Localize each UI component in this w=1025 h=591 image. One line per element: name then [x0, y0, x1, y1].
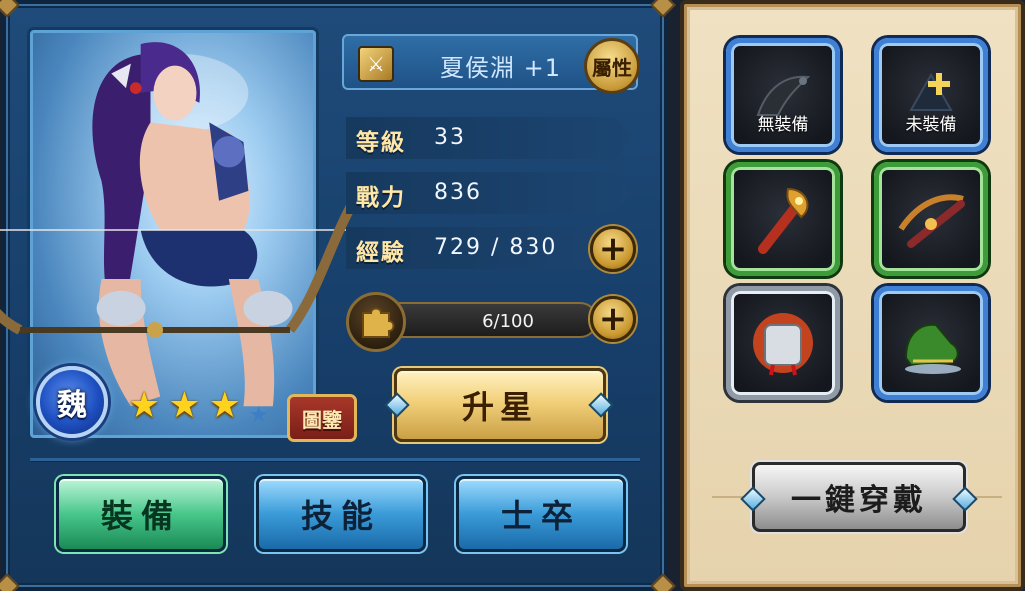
- equipment-slot-crossbow[interactable]: [874, 162, 988, 276]
- plus-icon: +: [598, 229, 628, 269]
- slot-weapon-label: 無裝備: [757, 115, 809, 135]
- crossbow-icon: [898, 194, 965, 248]
- stat-row-power: 戰力 836: [346, 172, 632, 214]
- level-value: 33: [434, 125, 466, 150]
- attributes-label: 屬性: [592, 55, 632, 80]
- level-label: 等級: [356, 130, 406, 156]
- star-icon: ★: [208, 385, 241, 426]
- equipment-slot-weapon[interactable]: 無裝備: [726, 38, 840, 152]
- power-value: 836: [434, 180, 482, 205]
- power-label: 戰力: [356, 185, 406, 211]
- attributes-button[interactable]: 屬性: [584, 38, 640, 94]
- sword-icon: ⚔: [358, 46, 394, 82]
- empty-star-icon: ★: [248, 403, 269, 428]
- plus-icon: +: [598, 299, 628, 339]
- star-up-label: 升星: [461, 388, 538, 426]
- silver-talisman-icon: [753, 313, 813, 376]
- tab-skills[interactable]: 技能: [256, 476, 426, 552]
- codex-button[interactable]: 圖鑒: [287, 394, 357, 442]
- tab-soldiers-label: 士卒: [500, 497, 581, 535]
- tab-skills-label: 技能: [300, 497, 381, 535]
- star-icon: ★: [128, 385, 161, 426]
- kingdom-badge: 魏: [36, 366, 108, 438]
- star-rating: ★ ★ ★ ★: [128, 388, 269, 434]
- bow-weapon-art: [0, 187, 365, 338]
- green-boots-icon: [904, 323, 961, 374]
- equip-all-label: 一鍵穿戴: [791, 483, 927, 518]
- equipment-slot-talisman[interactable]: [726, 286, 840, 400]
- section-divider: [30, 458, 640, 461]
- star-icon: ★: [168, 385, 201, 426]
- panel-corner-ornament: [650, 573, 676, 591]
- hero-name: 夏侯淵 +1: [440, 54, 562, 82]
- star-up-button[interactable]: 升星: [394, 368, 606, 442]
- exp-label: 經驗: [356, 240, 406, 266]
- panel-corner-ornament: [650, 0, 676, 18]
- equip-all-button[interactable]: 一鍵穿戴: [752, 462, 966, 532]
- tab-equipment-label: 裝備: [100, 497, 181, 535]
- slot-armor-label: 未裝備: [905, 115, 957, 135]
- equipment-slot-armor[interactable]: 未裝備: [874, 38, 988, 152]
- equipment-slot-serpent-staff[interactable]: [726, 162, 840, 276]
- exp-value: 729 / 830: [434, 235, 558, 260]
- tab-equipment[interactable]: 裝備: [56, 476, 226, 552]
- tab-soldiers[interactable]: 士卒: [456, 476, 626, 552]
- codex-label: 圖鑒: [302, 407, 342, 432]
- stat-row-level: 等級 33: [346, 117, 632, 159]
- hero-name-bar: ⚔ 夏侯淵 +1 屬性: [342, 34, 640, 94]
- panel-corner-ornament: [0, 0, 20, 18]
- puzzle-piece-icon: [346, 292, 406, 352]
- add-shards-button[interactable]: +: [590, 296, 636, 342]
- add-exp-button[interactable]: +: [590, 226, 636, 272]
- serpent-staff-icon: [758, 187, 809, 254]
- equipment-slot-boots[interactable]: [874, 286, 988, 400]
- kingdom-label: 魏: [57, 388, 87, 423]
- panel-corner-ornament: [0, 573, 20, 591]
- shard-progress-text: 6/100: [482, 311, 534, 332]
